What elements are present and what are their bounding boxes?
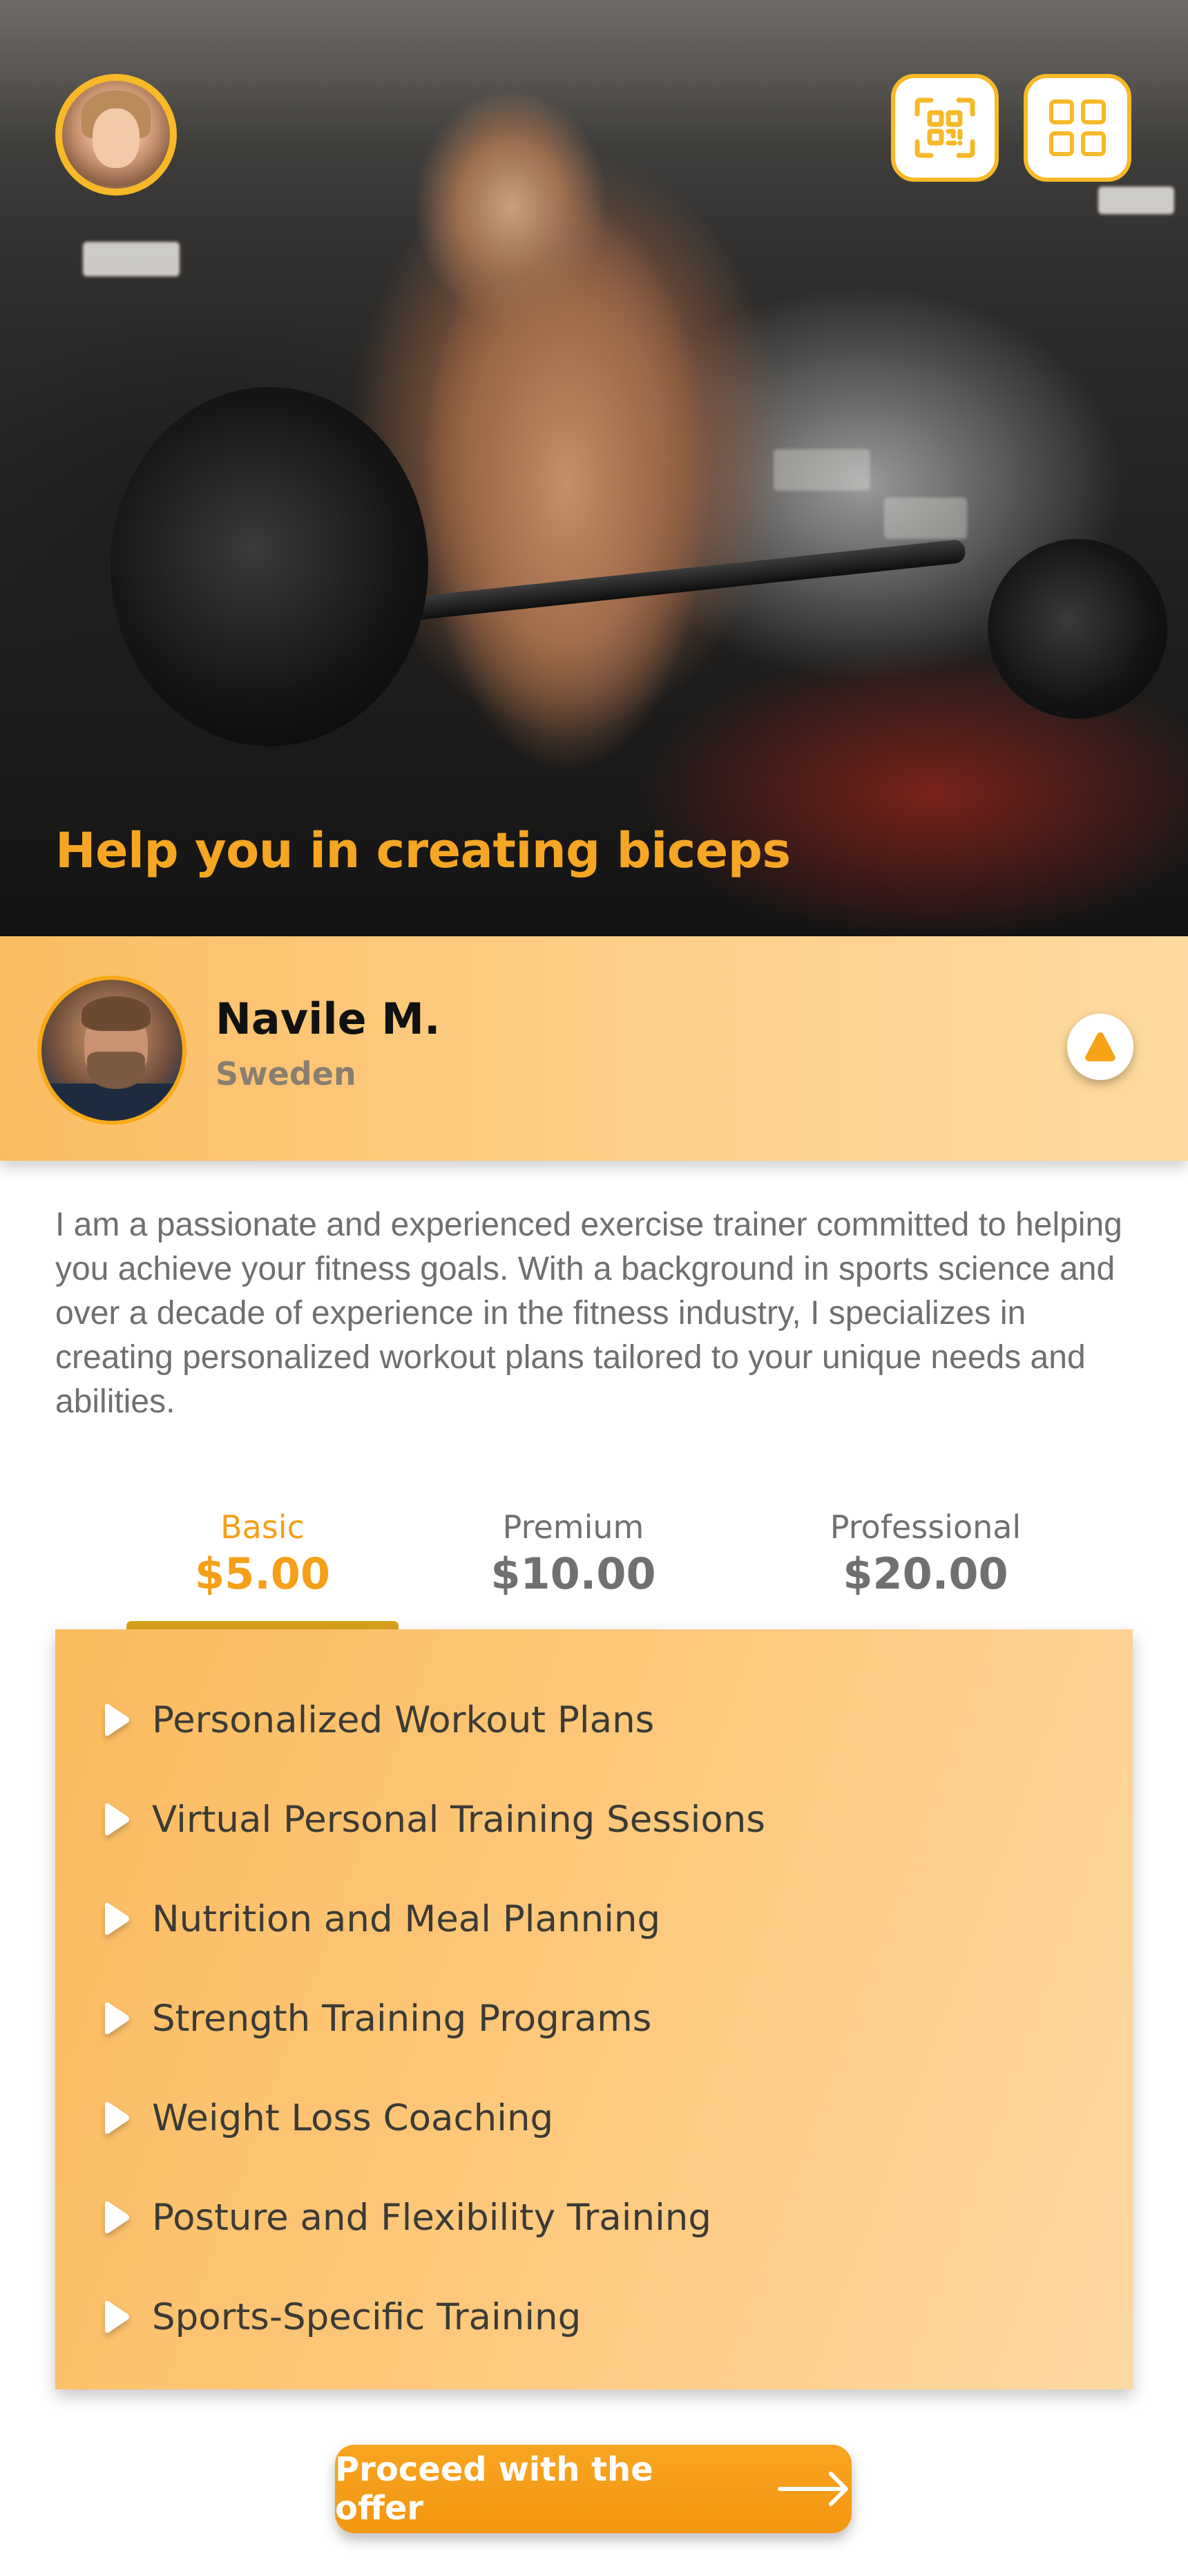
play-bullet-icon [105, 2002, 129, 2035]
feature-item: Personalized Workout Plans [97, 1696, 654, 1744]
avatar-beard [87, 1052, 145, 1089]
play-bullet-icon [105, 2201, 129, 2234]
feature-label: Nutrition and Meal Planning [152, 1897, 661, 1940]
feature-item: Strength Training Programs [97, 1994, 651, 2043]
trainer-country: Sweden [215, 1055, 356, 1092]
feature-item: Virtual Personal Training Sessions [97, 1795, 765, 1844]
proceed-button-label: Proceed with the offer [335, 2450, 653, 2528]
tab-premium[interactable]: Premium $10.00 [442, 1506, 705, 1600]
tab-professional[interactable]: Professional $20.00 [787, 1506, 1064, 1600]
avatar-shirt [41, 1083, 182, 1121]
play-bullet-icon [105, 1902, 129, 1935]
ceiling-light [83, 242, 180, 276]
user-avatar[interactable] [55, 74, 177, 196]
window [774, 449, 870, 491]
menu-button[interactable] [1024, 74, 1131, 182]
grid-menu-icon [1049, 100, 1106, 156]
feature-label: Strength Training Programs [152, 1997, 652, 2040]
play-bullet-icon [105, 2101, 129, 2134]
play-bullet-icon [105, 1803, 129, 1836]
triangle-up-icon [1085, 1032, 1115, 1061]
trainer-avatar [37, 976, 186, 1125]
feature-item: Sports-Specific Training [97, 2293, 581, 2341]
tab-basic[interactable]: Basic $5.00 [126, 1506, 399, 1600]
feature-label: Personalized Workout Plans [152, 1698, 655, 1741]
plan-price: $20.00 [843, 1549, 1008, 1599]
feature-label: Weight Loss Coaching [152, 2096, 554, 2139]
feature-item: Posture and Flexibility Training [97, 2193, 711, 2242]
feature-item: Weight Loss Coaching [97, 2094, 553, 2142]
athlete-head [408, 76, 615, 325]
plan-price: $5.00 [194, 1549, 331, 1599]
plan-name: Basic [220, 1508, 305, 1546]
feature-label: Posture and Flexibility Training [152, 2196, 712, 2239]
trainer-bio: I am a passionate and experienced exerci… [55, 1206, 1122, 1420]
proceed-button[interactable]: Proceed with the offer [335, 2445, 852, 2533]
feature-item: Nutrition and Meal Planning [97, 1895, 660, 1943]
trainer-header: Navile M. Sweden [0, 936, 1188, 1161]
plan-name: Premium [502, 1508, 644, 1546]
weight-plate [111, 387, 428, 746]
qr-scan-button[interactable] [891, 74, 999, 182]
feature-label: Sports-Specific Training [152, 2295, 582, 2338]
feature-label: Virtual Personal Training Sessions [152, 1798, 765, 1841]
hero-image: Help you in creating biceps [0, 0, 1188, 936]
avatar-hair [82, 996, 151, 1031]
trainer-name: Navile M. [215, 994, 441, 1044]
avatar-face [93, 108, 140, 168]
plan-name: Professional [830, 1508, 1022, 1546]
play-bullet-icon [105, 2300, 129, 2333]
play-bullet-icon [105, 1703, 129, 1736]
qr-code-icon [914, 97, 975, 158]
collapse-button[interactable] [1067, 1014, 1133, 1080]
window [884, 498, 967, 539]
weight-plate [988, 539, 1167, 719]
ceiling-light [1098, 187, 1174, 214]
plan-price: $10.00 [490, 1549, 656, 1599]
arrow-right-icon [778, 2472, 849, 2506]
plan-features-panel: Personalized Workout Plans Virtual Perso… [55, 1629, 1133, 2389]
hero-title: Help you in creating biceps [55, 822, 791, 879]
